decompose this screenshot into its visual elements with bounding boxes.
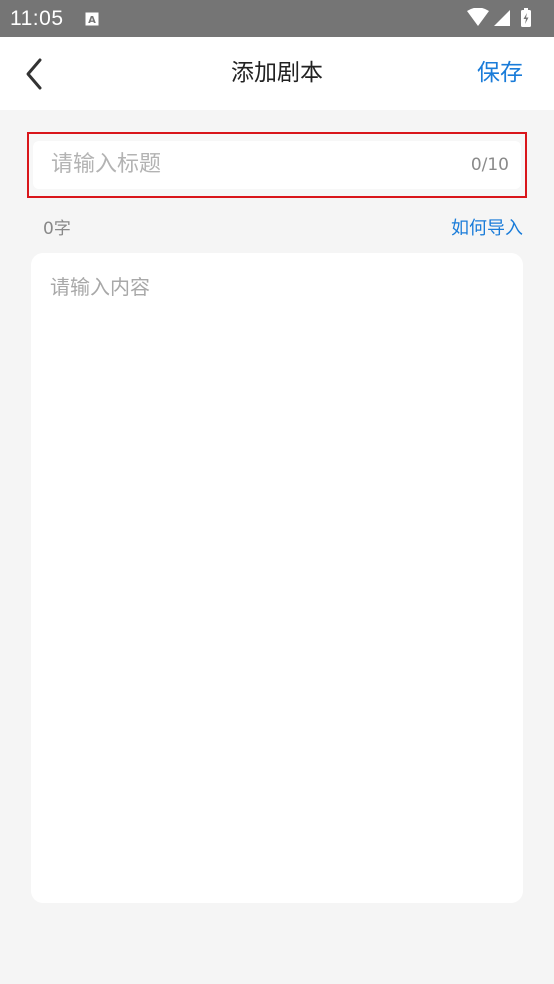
content-placeholder: 请输入内容 — [50, 275, 150, 299]
wifi-icon — [467, 8, 489, 26]
title-placeholder: 请输入标题 — [51, 152, 162, 177]
status-icons — [466, 8, 546, 28]
battery-icon — [521, 8, 531, 27]
how-to-import-link[interactable]: 如何导入 — [451, 216, 523, 242]
app-bar: 添加剧本 保存 — [0, 37, 554, 110]
title-field-highlight: 请输入标题 0/10 — [27, 132, 527, 198]
content-input[interactable]: 请输入内容 — [31, 253, 523, 903]
title-input[interactable]: 请输入标题 0/10 — [33, 141, 521, 189]
status-time: 11:05 — [10, 7, 64, 30]
signal-icon — [494, 10, 510, 26]
status-bar: 11:05 A — [0, 0, 554, 37]
save-button[interactable]: 保存 — [477, 37, 523, 110]
svg-text:A: A — [88, 15, 96, 26]
title-char-counter: 0/10 — [470, 155, 509, 175]
accessibility-a-icon: A — [85, 11, 99, 26]
content-char-count: 0字 — [43, 219, 71, 239]
page-title: 添加剧本 — [231, 60, 323, 86]
